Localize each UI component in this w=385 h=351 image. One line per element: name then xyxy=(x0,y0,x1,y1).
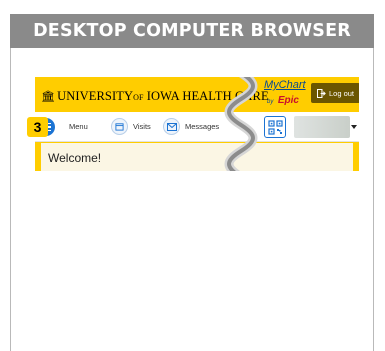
logout-icon xyxy=(316,88,326,98)
content-area: Welcome! xyxy=(35,142,359,171)
envelope-icon[interactable] xyxy=(163,118,180,135)
chevron-down-icon[interactable] xyxy=(351,125,357,129)
step-number-badge: 3 xyxy=(27,117,48,137)
account-switcher[interactable] xyxy=(294,116,350,138)
mychart-wordmark: MyChart xyxy=(264,79,306,91)
logout-label: Log out xyxy=(328,88,355,98)
nav-item-menu[interactable]: Menu xyxy=(69,122,88,131)
welcome-heading: Welcome! xyxy=(48,151,102,165)
header-bar: 🏛 UNIVERSITYOF IOWA HEALTH CARE MyChart b… xyxy=(35,77,359,112)
banner-title: DESKTOP COMPUTER BROWSER xyxy=(33,21,351,41)
nav-item-messages[interactable]: Messages xyxy=(185,122,219,131)
logout-button[interactable]: Log out xyxy=(311,83,359,103)
nav-item-visits[interactable]: Visits xyxy=(133,122,151,131)
welcome-card: Welcome! xyxy=(41,143,353,171)
calendar-icon[interactable] xyxy=(111,118,128,135)
epic-wordmark: Epic xyxy=(277,95,299,106)
building-icon: 🏛 xyxy=(41,91,56,103)
torn-edge-divider xyxy=(224,77,258,171)
nav-bar: Menu Visits Messages xyxy=(35,112,359,142)
page-frame xyxy=(10,14,374,351)
browser-screenshot: 🏛 UNIVERSITYOF IOWA HEALTH CARE MyChart b… xyxy=(35,77,359,171)
section-banner: DESKTOP COMPUTER BROWSER xyxy=(10,14,374,48)
qr-code-icon[interactable] xyxy=(264,116,286,138)
mychart-logo: MyChart by Epic xyxy=(264,79,306,106)
